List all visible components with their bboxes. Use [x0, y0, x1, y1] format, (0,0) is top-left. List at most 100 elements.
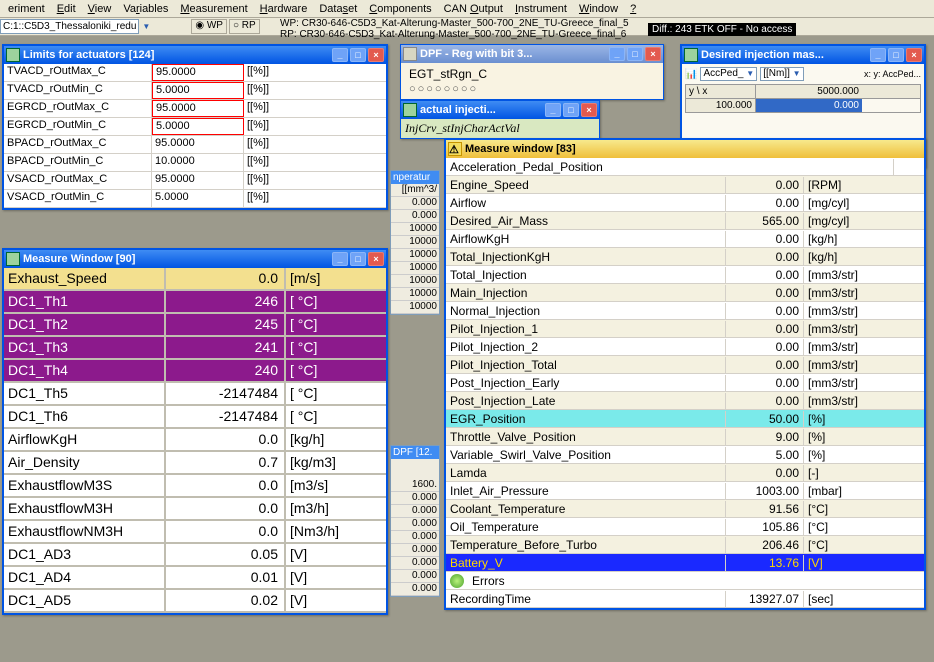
limits-window[interactable]: Limits for actuators [124] _ □ × TVACD_r… [2, 44, 388, 210]
menu-variables[interactable]: Variables [117, 2, 174, 16]
measure-row[interactable]: DC1_Th3241[ °C] [4, 337, 386, 360]
measure-row[interactable]: Oil_Temperature105.86[°C] [446, 518, 924, 536]
dpf-reg-window[interactable]: DPF - Reg with bit 3... _ □ × EGT_stRgn_… [400, 44, 664, 100]
measure-row[interactable]: Lamda0.00[-] [446, 464, 924, 482]
accped-combo[interactable]: AccPed_ ▼ [700, 67, 757, 81]
close-button[interactable]: × [906, 48, 922, 62]
minimize-button[interactable]: _ [545, 103, 561, 117]
param-value[interactable]: 5.0000 [152, 118, 244, 135]
limits-row[interactable]: VSACD_rOutMin_C5.0000[[%]] [4, 190, 386, 208]
measure-row[interactable]: Total_Injection0.00[mm3/str] [446, 266, 924, 284]
param-value[interactable]: 95.0000 [152, 136, 244, 153]
minimize-button[interactable]: _ [870, 48, 886, 62]
maximize-button[interactable]: □ [350, 252, 366, 266]
measure-row[interactable]: Pilot_Injection_20.00[mm3/str] [446, 338, 924, 356]
measure-row[interactable]: EGR_Position50.00[%] [446, 410, 924, 428]
measure-row[interactable]: AirflowKgH0.0[kg/h] [4, 429, 386, 452]
limits-row[interactable]: TVACD_rOutMin_C5.0000[[%]] [4, 82, 386, 100]
experiment-combo[interactable]: C:1::C5D3_Thessaloniki_redu [0, 19, 139, 34]
param-value[interactable]: 10.0000 [152, 154, 244, 171]
wp-radio[interactable]: ◉ WP [191, 19, 227, 34]
measure-row[interactable]: Acceleration_Pedal_Position [446, 158, 924, 176]
measure-row[interactable]: Pilot_Injection_10.00[mm3/str] [446, 320, 924, 338]
maximize-button[interactable]: □ [627, 47, 643, 61]
measure-row[interactable]: Throttle_Valve_Position9.00[%] [446, 428, 924, 446]
limits-titlebar[interactable]: Limits for actuators [124] _ □ × [4, 46, 386, 64]
minimize-button[interactable]: _ [609, 47, 625, 61]
measure-row[interactable]: AirflowKgH0.00[kg/h] [446, 230, 924, 248]
limits-row[interactable]: VSACD_rOutMax_C95.0000[[%]] [4, 172, 386, 190]
di-cell-value[interactable]: 0.000 [756, 99, 862, 112]
rp-radio[interactable]: ○ RP [229, 19, 260, 34]
menu-view[interactable]: View [82, 2, 118, 16]
measure-row[interactable]: Exhaust_Speed0.0[m/s] [4, 268, 386, 291]
limits-row[interactable]: BPACD_rOutMax_C95.0000[[%]] [4, 136, 386, 154]
menu-hardware[interactable]: Hardware [254, 2, 314, 16]
menu-window[interactable]: Window [573, 2, 624, 16]
param-value[interactable]: 95.0000 [152, 64, 244, 81]
menu-instrument[interactable]: Instrument [509, 2, 573, 16]
menu-eriment[interactable]: eriment [2, 2, 51, 16]
ai-titlebar[interactable]: actual injecti... _ □ × [401, 101, 599, 119]
measure-row[interactable]: Inlet_Air_Pressure1003.00[mbar] [446, 482, 924, 500]
di-table[interactable]: y \ x 5000.000 100.000 0.000 [685, 84, 921, 113]
limits-row[interactable]: BPACD_rOutMin_C10.0000[[%]] [4, 154, 386, 172]
measure-row[interactable]: Variable_Swirl_Valve_Position5.00[%] [446, 446, 924, 464]
measure-row[interactable]: DC1_AD40.01[V] [4, 567, 386, 590]
measure-row[interactable]: Pilot_Injection_Total0.00[mm3/str] [446, 356, 924, 374]
chart-icon[interactable]: 📊 [685, 69, 697, 80]
param-value[interactable]: 5.0000 [152, 82, 244, 99]
measure-row[interactable]: DC1_AD50.02[V] [4, 590, 386, 613]
measure-row[interactable]: Temperature_Before_Turbo206.46[°C] [446, 536, 924, 554]
egt-titlebar[interactable]: DPF - Reg with bit 3... _ □ × [401, 45, 663, 63]
menu-measurement[interactable]: Measurement [174, 2, 253, 16]
maximize-button[interactable]: □ [350, 48, 366, 62]
minimize-button[interactable]: _ [332, 252, 348, 266]
m83-titlebar[interactable]: ⚠ Measure window [83] [446, 140, 924, 158]
measure-row[interactable]: ExhaustflowNM3H0.0[Nm3/h] [4, 521, 386, 544]
param-value[interactable]: 95.0000 [152, 172, 244, 189]
measure-row[interactable]: Post_Injection_Late0.00[mm3/str] [446, 392, 924, 410]
maximize-button[interactable]: □ [888, 48, 904, 62]
dropdown-icon[interactable]: ▼ [142, 22, 150, 31]
limits-row[interactable]: EGRCD_rOutMax_C95.0000[[%]] [4, 100, 386, 118]
maximize-button[interactable]: □ [563, 103, 579, 117]
measure-row[interactable]: ExhaustflowM3S0.0[m3/s] [4, 475, 386, 498]
measure-row[interactable]: ExhaustflowM3H0.0[m3/h] [4, 498, 386, 521]
limits-row[interactable]: EGRCD_rOutMin_C5.0000[[%]] [4, 118, 386, 136]
measure-row[interactable]: Battery_V13.76[V] [446, 554, 924, 572]
measure-row[interactable]: Engine_Speed0.00[RPM] [446, 176, 924, 194]
measure-row[interactable]: Desired_Air_Mass565.00[mg/cyl] [446, 212, 924, 230]
close-button[interactable]: × [581, 103, 597, 117]
measure-row[interactable]: DC1_Th5-2147484[ °C] [4, 383, 386, 406]
close-button[interactable]: × [645, 47, 661, 61]
menu-?[interactable]: ? [624, 2, 642, 16]
unit-combo[interactable]: [[Nm]] ▼ [760, 67, 803, 81]
measure-row[interactable]: DC1_Th6-2147484[ °C] [4, 406, 386, 429]
minimize-button[interactable]: _ [332, 48, 348, 62]
di-titlebar[interactable]: Desired injection mas... _ □ × [682, 46, 924, 64]
measure-row[interactable]: Main_Injection0.00[mm3/str] [446, 284, 924, 302]
menu-components[interactable]: Components [363, 2, 437, 16]
actual-injection-window[interactable]: actual injecti... _ □ × InjCrv_stInjChar… [400, 100, 600, 139]
measure-row[interactable]: DC1_Th1246[ °C] [4, 291, 386, 314]
menu-can output[interactable]: CAN Output [438, 2, 509, 16]
measure-row[interactable]: Air_Density0.7[kg/m3] [4, 452, 386, 475]
measure-row[interactable]: DC1_Th2245[ °C] [4, 314, 386, 337]
param-value[interactable]: 5.0000 [152, 190, 244, 207]
menu-edit[interactable]: Edit [51, 2, 82, 16]
measure-row[interactable]: Airflow0.00[mg/cyl] [446, 194, 924, 212]
close-button[interactable]: × [368, 48, 384, 62]
measure-row[interactable]: Normal_Injection0.00[mm3/str] [446, 302, 924, 320]
param-value[interactable]: 95.0000 [152, 100, 244, 117]
measure-row[interactable]: DC1_Th4240[ °C] [4, 360, 386, 383]
measure-row[interactable]: Total_InjectionKgH0.00[kg/h] [446, 248, 924, 266]
limits-row[interactable]: TVACD_rOutMax_C95.0000[[%]] [4, 64, 386, 82]
measure-row[interactable]: Coolant_Temperature91.56[°C] [446, 500, 924, 518]
measure-row[interactable]: Errors [446, 572, 924, 590]
measure-window-90[interactable]: Measure Window [90] _ □ × Exhaust_Speed0… [2, 248, 388, 615]
measure-row[interactable]: DC1_AD30.05[V] [4, 544, 386, 567]
m90-titlebar[interactable]: Measure Window [90] _ □ × [4, 250, 386, 268]
close-button[interactable]: × [368, 252, 384, 266]
menu-dataset[interactable]: Dataset [313, 2, 363, 16]
